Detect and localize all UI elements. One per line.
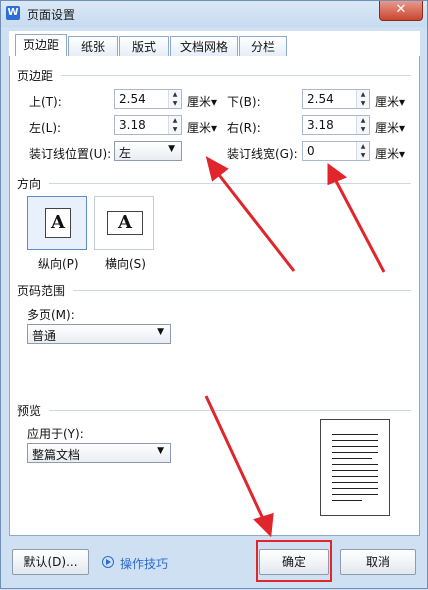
arrow-line [204, 395, 266, 522]
arrow-line [214, 170, 296, 272]
arrow-head [327, 163, 348, 186]
arrow-line [333, 178, 386, 273]
arrow-head [205, 156, 229, 182]
arrow-head [253, 512, 274, 538]
page-setup-dialog: W 页面设置 ✕ 页边距 纸张 版式 文档网格 分栏 页边距 上(T): 2.5… [0, 0, 428, 589]
annotation-arrows [204, 156, 386, 538]
